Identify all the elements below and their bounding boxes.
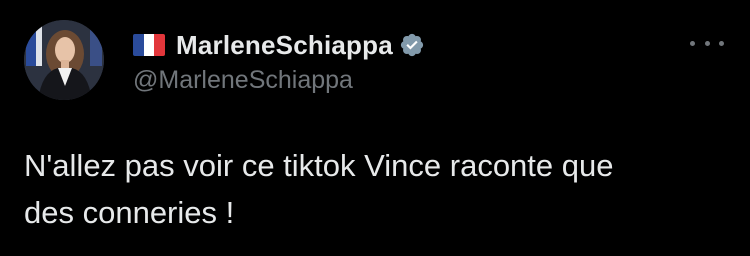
name-row: MarleneSchiappa [133,28,425,62]
more-dots-icon [690,40,695,46]
author-avatar[interactable] [24,20,104,100]
tweet-card[interactable]: MarleneSchiappa @MarleneSchiappa N'allez… [0,0,750,256]
profile-photo-icon [24,20,104,100]
verified-badge-icon [399,32,425,58]
tweet-header: MarleneSchiappa @MarleneSchiappa [133,28,425,104]
more-options-button[interactable] [690,30,724,56]
tweet-text: N'allez pas voir ce tiktok Vince raconte… [24,148,614,230]
more-dots-icon [704,40,710,46]
france-flag-icon [133,34,165,56]
author-display-name[interactable]: MarleneSchiappa [176,30,393,61]
author-handle[interactable]: @MarleneSchiappa [133,66,425,95]
more-dots-icon [719,40,724,46]
